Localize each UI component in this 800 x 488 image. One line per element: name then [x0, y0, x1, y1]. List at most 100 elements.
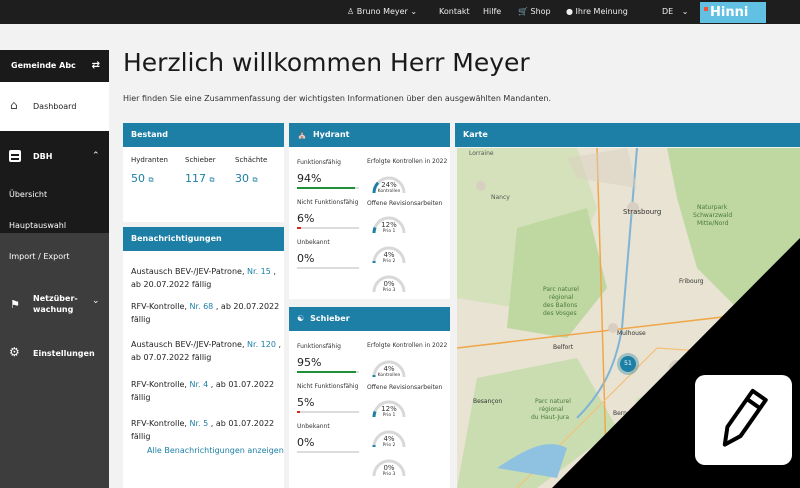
sidebar-item-network[interactable]: ⚑ Netzüber- wachung ⌄ — [0, 292, 109, 322]
gauge-value: 0% — [383, 464, 395, 472]
gauge-label: Prio 3 — [382, 288, 396, 293]
feedback-link[interactable]: ● Ihre Meinung — [566, 0, 628, 24]
revisions-title: Offene Revisionsarbeiten — [367, 200, 443, 207]
gauge: 0% Prio 3 — [369, 456, 409, 480]
status-value: 95% — [297, 356, 322, 369]
status-label: Nicht Funktionsfähig — [297, 199, 359, 206]
map-label: Belfort — [553, 344, 574, 351]
notification-due: ab 20.07.2022 fällig — [131, 280, 212, 289]
gauge-label: Prio 2 — [382, 443, 396, 448]
notification-text: , — [275, 340, 282, 349]
sidebar-item-overview[interactable]: Übersicht — [9, 190, 118, 199]
status-bar — [297, 227, 359, 229]
inventory-label: Schächte — [235, 156, 268, 164]
external-link-icon: ⧉ — [209, 176, 215, 184]
sidebar-item-label: Netzüber- — [33, 294, 78, 303]
gauge-value: 0% — [383, 280, 395, 288]
notification-due: ab 07.07.2022 fällig — [131, 353, 212, 362]
gauge-label: Prio 1 — [382, 229, 396, 234]
notification-text: , ab 20.07.2022 — [213, 302, 280, 311]
chevron-up-icon: ⌃ — [92, 151, 100, 161]
map-label: Parc naturel — [543, 286, 579, 293]
hydrant-count-link[interactable]: 50 ⧉ — [131, 172, 154, 185]
notification-object-link[interactable]: Nr. 15 — [247, 267, 271, 276]
user-menu[interactable]: ♙ Bruno Meyer ⌄ — [347, 0, 417, 24]
gauge: 12% Prio 1 — [369, 213, 409, 237]
gauge-label: Kontrollen — [377, 189, 401, 194]
valve-count-link[interactable]: 117 ⧉ — [185, 172, 215, 185]
status-label: Funktionsfähig — [297, 159, 341, 166]
shaft-count-link[interactable]: 30 ⧉ — [235, 172, 258, 185]
status-bar-fill — [297, 187, 356, 189]
show-all-notifications-link[interactable]: Alle Benachrichtigungen anzeigen — [147, 446, 284, 455]
notification-object-link[interactable]: Nr. 5 — [189, 419, 208, 428]
map-cluster[interactable]: 51 — [617, 353, 639, 375]
external-link-icon: ⧉ — [148, 176, 154, 184]
notification-line: RFV-Kontrolle, Nr. 4 , ab 01.07.2022 — [131, 378, 274, 391]
inventory-label: Hydranten — [131, 156, 168, 164]
tenant-switcher[interactable]: Gemeinde Abc ⇄ — [0, 50, 109, 82]
status-label: Unbekannt — [297, 239, 330, 246]
main-content: Herzlich willkommen Herr Meyer Hier find… — [109, 24, 800, 488]
page-title: Herzlich willkommen Herr Meyer — [123, 48, 530, 77]
database-icon — [9, 150, 21, 162]
contact-link[interactable]: Kontakt — [439, 0, 470, 24]
gauge-value: 4% — [383, 365, 395, 373]
switch-icon: ⇄ — [91, 60, 100, 71]
language-label: DE — [662, 7, 674, 16]
sidebar-item-dashboard[interactable]: ⌂ Dashboard — [0, 82, 109, 131]
map-label: Bern — [613, 410, 627, 417]
cart-icon: 🛒 — [518, 7, 528, 16]
notification-object-link[interactable]: Nr. 4 — [189, 380, 208, 389]
chevron-down-icon: ⌄ — [410, 7, 418, 16]
map-label: Nancy — [491, 194, 510, 201]
notification-due: fällig — [131, 432, 151, 441]
inventory-card: Bestand Hydranten 50 ⧉ Schieber 117 ⧉ Sc… — [123, 123, 284, 222]
shop-link[interactable]: 🛒 Shop — [518, 0, 551, 24]
valve-card: ☯ Schieber Funktionsfähig 95% Nicht Funktion… — [289, 307, 450, 488]
inventory-label: Schieber — [185, 156, 216, 164]
inventory-value: 30 — [235, 172, 249, 185]
notification-line: RFV-Kontrolle, Nr. 68 , ab 20.07.2022 — [131, 300, 279, 313]
shop-label: Shop — [530, 7, 551, 16]
status-bar-fill — [297, 227, 301, 229]
map[interactable]: Lorraine Nancy Strasbourg Naturpark Schw… — [457, 148, 800, 488]
inventory-value: 50 — [131, 172, 145, 185]
notification-due: fällig — [131, 315, 151, 324]
gauge: 4% Prio 2 — [369, 243, 409, 267]
status-bar — [297, 371, 359, 373]
notification-item: Austausch BEV-/JEV-Patrone, Nr. 120 , ab … — [131, 338, 281, 364]
status-bar-fill — [297, 371, 356, 373]
gauge-value: 4% — [383, 251, 395, 259]
home-icon: ⌂ — [10, 98, 18, 112]
notification-text: RFV-Kontrolle, — [131, 419, 190, 428]
hydrant-icon: ⛪ — [297, 130, 307, 139]
sidebar-item-settings[interactable]: ⚙ Einstellungen — [0, 345, 109, 361]
status-bar — [297, 451, 359, 453]
status-value: 0% — [297, 436, 315, 449]
notification-object-link[interactable]: Nr. 120 — [247, 340, 276, 349]
map-label: Parc naturel — [535, 398, 571, 405]
feedback-label: Ihre Meinung — [575, 7, 628, 16]
notification-line: Austausch BEV-/JEV-Patrone, Nr. 120 , — [131, 338, 281, 351]
notification-text: , ab 01.07.2022 — [208, 419, 275, 428]
sidebar-item-dbh[interactable]: DBH ⌃ — [0, 131, 109, 181]
sidebar-item-main-select[interactable]: Hauptauswahl — [9, 221, 118, 230]
sidebar-item-label: wachung — [33, 305, 74, 314]
map-label: Mulhouse — [617, 330, 646, 337]
notification-object-link[interactable]: Nr. 68 — [189, 302, 213, 311]
sidebar-item-import-export[interactable]: Import / Export — [9, 252, 118, 261]
status-value: 0% — [297, 252, 315, 265]
sidebar-item-label: Einstellungen — [33, 349, 95, 358]
external-link-icon: ⧉ — [252, 176, 258, 184]
logo[interactable]: Hinni — [700, 2, 766, 23]
card-title: Karte — [455, 123, 800, 147]
hydrant-card: ⛪ Hydrant Funktionsfähig 94% Nicht Funktions… — [289, 123, 450, 299]
language-select[interactable]: DE ⌄ — [662, 0, 688, 24]
gauge: 4% Prio 2 — [369, 427, 409, 451]
gear-icon: ⚙ — [9, 345, 20, 359]
help-link[interactable]: Hilfe — [483, 0, 501, 24]
gauge-label: Prio 2 — [382, 259, 396, 264]
map-label: Fribourg — [679, 278, 704, 285]
status-label: Funktionsfähig — [297, 343, 341, 350]
